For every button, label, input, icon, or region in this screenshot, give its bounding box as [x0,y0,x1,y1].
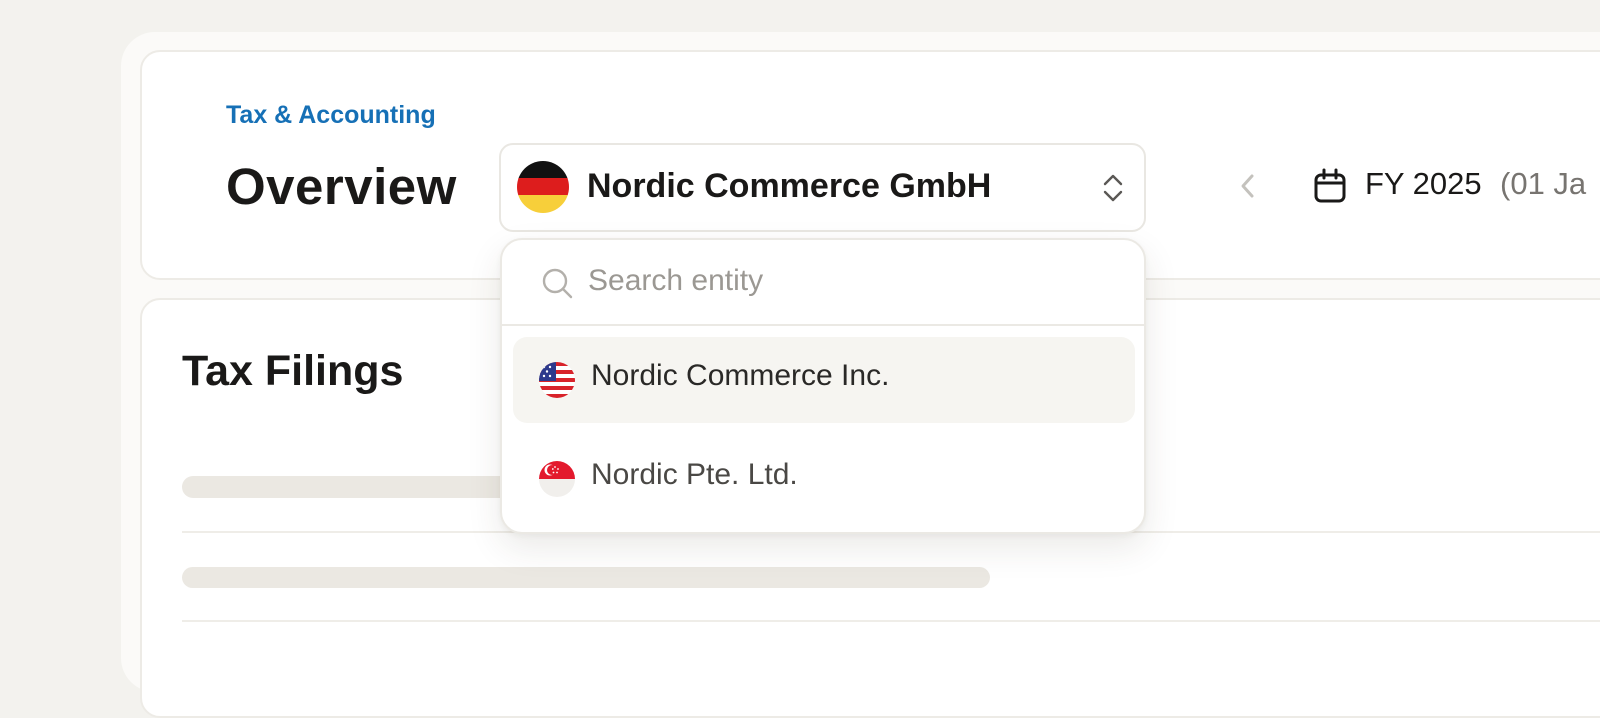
germany-flag-icon [517,161,569,213]
entity-select[interactable]: Nordic Commerce GmbH [499,143,1146,232]
previous-period-button[interactable] [1232,168,1264,204]
breadcrumb[interactable]: Tax & Accounting [226,101,436,130]
skeleton-row [182,567,990,588]
singapore-flag-icon [539,461,575,497]
usa-flag-icon [539,362,575,398]
entity-option-nordic-pte-ltd[interactable]: Nordic Pte. Ltd. [513,436,1135,522]
page-title: Overview [226,158,457,215]
search-icon [542,268,573,299]
tax-filings-title: Tax Filings [182,347,404,395]
entity-option-label: Nordic Commerce Inc. [591,359,890,392]
fiscal-year-label[interactable]: FY 2025 [1365,166,1482,202]
search-entity-input[interactable] [586,258,1110,304]
entity-option-label: Nordic Pte. Ltd. [591,458,798,491]
selected-entity-name: Nordic Commerce GmbH [587,167,992,205]
entity-option-nordic-commerce-inc[interactable]: Nordic Commerce Inc. [513,337,1135,423]
fiscal-year-range: (01 Ja [1500,166,1587,201]
entity-dropdown: Nordic Commerce Inc. Nordic Pte. Ltd. [500,238,1146,534]
row-divider [182,620,1600,622]
search-row [502,240,1144,326]
chevron-updown-icon [1103,174,1123,202]
calendar-icon [1314,168,1346,203]
